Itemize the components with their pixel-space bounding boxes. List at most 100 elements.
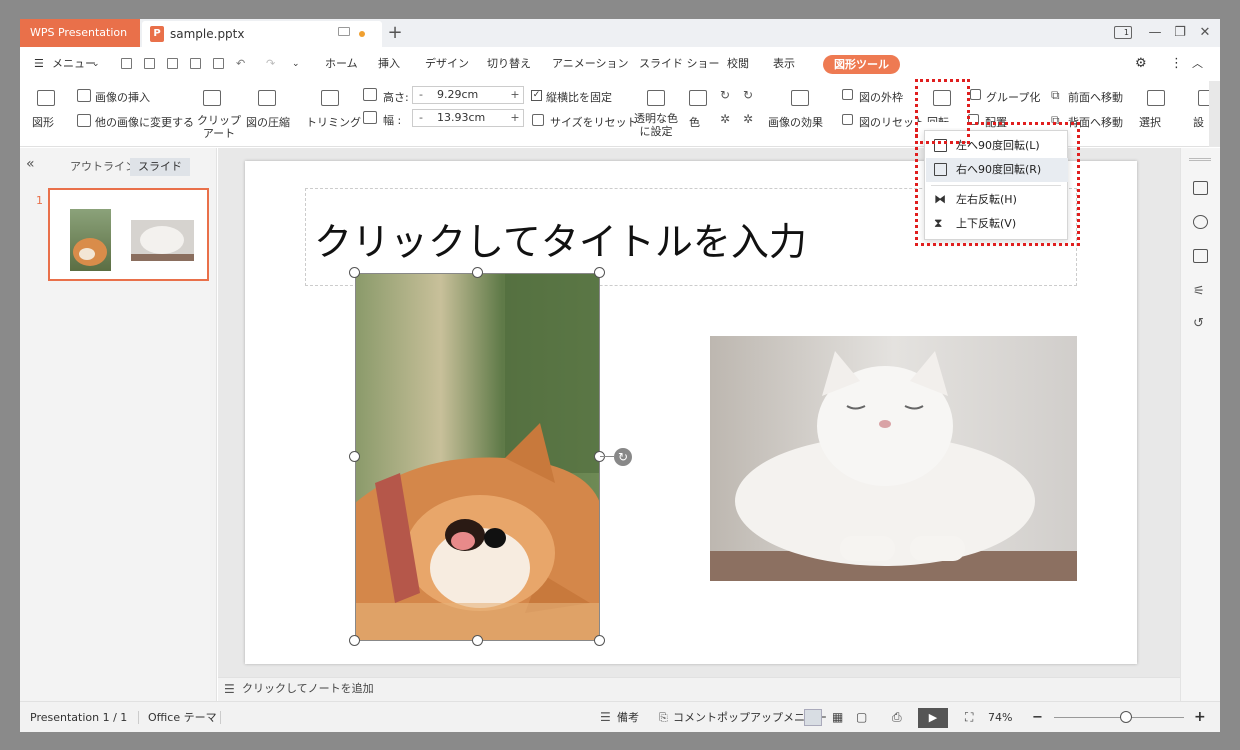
crop-icon[interactable]	[321, 90, 339, 106]
fit-window-icon[interactable]: ⛶	[965, 702, 973, 732]
export-icon[interactable]	[167, 58, 178, 69]
color-button[interactable]: 色	[689, 114, 700, 130]
trim-button[interactable]: トリミング	[306, 114, 361, 130]
transparent-color-icon[interactable]	[647, 90, 665, 106]
resize-handle-tr[interactable]	[594, 267, 605, 278]
tab-slideshow[interactable]: スライド ショー	[639, 47, 720, 81]
insert-image-button[interactable]: 画像の挿入	[95, 89, 150, 105]
tab-transitions[interactable]: 切り替え	[487, 47, 531, 81]
reset-size-button[interactable]: サイズをリセット	[550, 114, 638, 130]
resize-handle-tl[interactable]	[349, 267, 360, 278]
zoom-slider[interactable]	[1054, 717, 1184, 718]
select-icon[interactable]	[1147, 90, 1165, 106]
app-tab[interactable]: WPS Presentation	[20, 19, 140, 47]
group-icon[interactable]	[970, 89, 981, 100]
open-icon[interactable]	[121, 58, 132, 69]
play-slideshow-icon[interactable]: ▶	[918, 708, 948, 728]
width-field[interactable]: - 13.93cm +	[412, 109, 524, 127]
tab-design[interactable]: デザイン	[425, 47, 469, 81]
tab-animations[interactable]: アニメーション	[552, 47, 629, 81]
adjust-panel-icon[interactable]: ⚟	[1193, 284, 1205, 299]
image-effects-icon[interactable]	[791, 90, 809, 106]
notes-toggle[interactable]: 備考	[617, 702, 639, 732]
shape-button[interactable]: 図形	[32, 114, 54, 130]
undo-icon[interactable]: ↶	[236, 47, 245, 81]
collapse-ribbon-icon[interactable]: ︿	[1192, 47, 1203, 81]
brightness-down-icon[interactable]: ✲	[720, 112, 730, 126]
close-icon[interactable]: ✕	[1190, 19, 1220, 47]
transparent-color-button[interactable]: 透明な色 に設定	[634, 112, 678, 138]
cat-picture[interactable]	[710, 336, 1077, 581]
compress-icon[interactable]	[258, 90, 276, 106]
gear-icon[interactable]: ⚙	[1135, 47, 1147, 81]
more-icon[interactable]: ⋮	[1170, 47, 1183, 81]
image-effects-button[interactable]: 画像の効果	[768, 114, 823, 130]
bring-front-button[interactable]: 前面へ移動	[1068, 89, 1123, 105]
resize-handle-t[interactable]	[472, 267, 483, 278]
bring-front-icon[interactable]: ⧉	[1051, 88, 1060, 103]
resize-handle-bl[interactable]	[349, 635, 360, 646]
monitor-icon[interactable]	[338, 27, 350, 36]
shape-icon[interactable]	[37, 90, 55, 106]
lock-ratio-label[interactable]: 縦横比を固定	[546, 89, 612, 105]
resize-handle-l[interactable]	[349, 451, 360, 462]
transition-panel-icon[interactable]	[1193, 181, 1208, 195]
page-indicator-icon[interactable]: 1	[1114, 26, 1132, 39]
redo-icon[interactable]: ↷	[266, 47, 275, 81]
slide-thumbnail[interactable]	[48, 188, 209, 281]
clip-art-icon[interactable]	[203, 90, 221, 106]
tab-shape-tools[interactable]: 図形ツール	[823, 55, 900, 74]
reading-view-icon[interactable]: ▢	[856, 702, 867, 732]
document-tab[interactable]: P sample.pptx	[142, 21, 382, 47]
zoom-slider-knob[interactable]	[1120, 711, 1132, 723]
menu-chevron-icon[interactable]: ⌄	[92, 47, 100, 81]
menu-button[interactable]: メニュー	[52, 47, 96, 81]
preview-icon[interactable]	[213, 58, 224, 69]
zoom-percent[interactable]: 74%	[988, 702, 1012, 732]
picture-panel-icon[interactable]	[1193, 249, 1208, 263]
slide-title[interactable]: クリックしてタイトルを入力	[314, 211, 807, 266]
clip-art-button[interactable]: クリップ アート	[197, 114, 241, 140]
group-button[interactable]: グループ化	[986, 89, 1040, 105]
tab-review[interactable]: 校閲	[727, 47, 749, 81]
presenter-icon[interactable]: ⎙	[892, 702, 902, 732]
notes-toggle-icon[interactable]: ☰	[600, 702, 611, 732]
customize-icon[interactable]: ⌄	[292, 47, 300, 81]
save-icon[interactable]	[144, 58, 155, 69]
rotate-handle-icon[interactable]: ↻	[614, 448, 632, 466]
animation-panel-icon[interactable]	[1193, 215, 1208, 229]
select-button[interactable]: 選択	[1139, 114, 1161, 130]
lock-ratio-checkbox[interactable]: ✓	[531, 90, 542, 101]
resize-handle-br[interactable]	[594, 635, 605, 646]
tab-slides[interactable]: スライド	[130, 158, 190, 176]
normal-view-icon[interactable]	[804, 709, 822, 726]
resize-handle-b[interactable]	[472, 635, 483, 646]
compress-button[interactable]: 図の圧縮	[246, 114, 290, 130]
zoom-in-icon[interactable]: +	[1194, 702, 1206, 732]
new-tab-button[interactable]: +	[385, 19, 405, 47]
insert-image-icon[interactable]	[77, 89, 91, 102]
reset-picture-icon[interactable]	[842, 114, 853, 125]
settings-button[interactable]: 設	[1193, 114, 1204, 130]
ribbon-scroll-right[interactable]	[1209, 81, 1220, 147]
change-image-icon[interactable]	[77, 114, 91, 127]
slide-sorter-icon[interactable]: ▦	[832, 702, 843, 732]
change-image-button[interactable]: 他の画像に変更する	[95, 114, 194, 130]
contrast-icon[interactable]: ↻	[743, 88, 753, 102]
comment-icon[interactable]: ⎘	[659, 702, 668, 732]
contrast-down-icon[interactable]: ✲	[743, 112, 753, 126]
tab-home[interactable]: ホーム	[325, 47, 358, 81]
brightness-icon[interactable]: ↻	[720, 88, 730, 102]
theme-name[interactable]: Office テーマ	[148, 702, 217, 732]
tab-insert[interactable]: 挿入	[378, 47, 400, 81]
print-icon[interactable]	[190, 58, 201, 69]
history-icon[interactable]: ↺	[1193, 316, 1204, 331]
tab-view[interactable]: 表示	[773, 47, 795, 81]
zoom-out-icon[interactable]: −	[1032, 702, 1043, 732]
notes-placeholder[interactable]: クリックしてノートを追加	[242, 678, 374, 700]
hamburger-icon[interactable]: ☰	[34, 47, 44, 81]
height-field[interactable]: - 9.29cm +	[412, 86, 524, 104]
reset-size-icon[interactable]	[532, 114, 544, 126]
notes-bar[interactable]: ☰ クリックしてノートを追加	[218, 677, 1180, 701]
outline-button[interactable]: 図の外枠	[859, 89, 903, 105]
